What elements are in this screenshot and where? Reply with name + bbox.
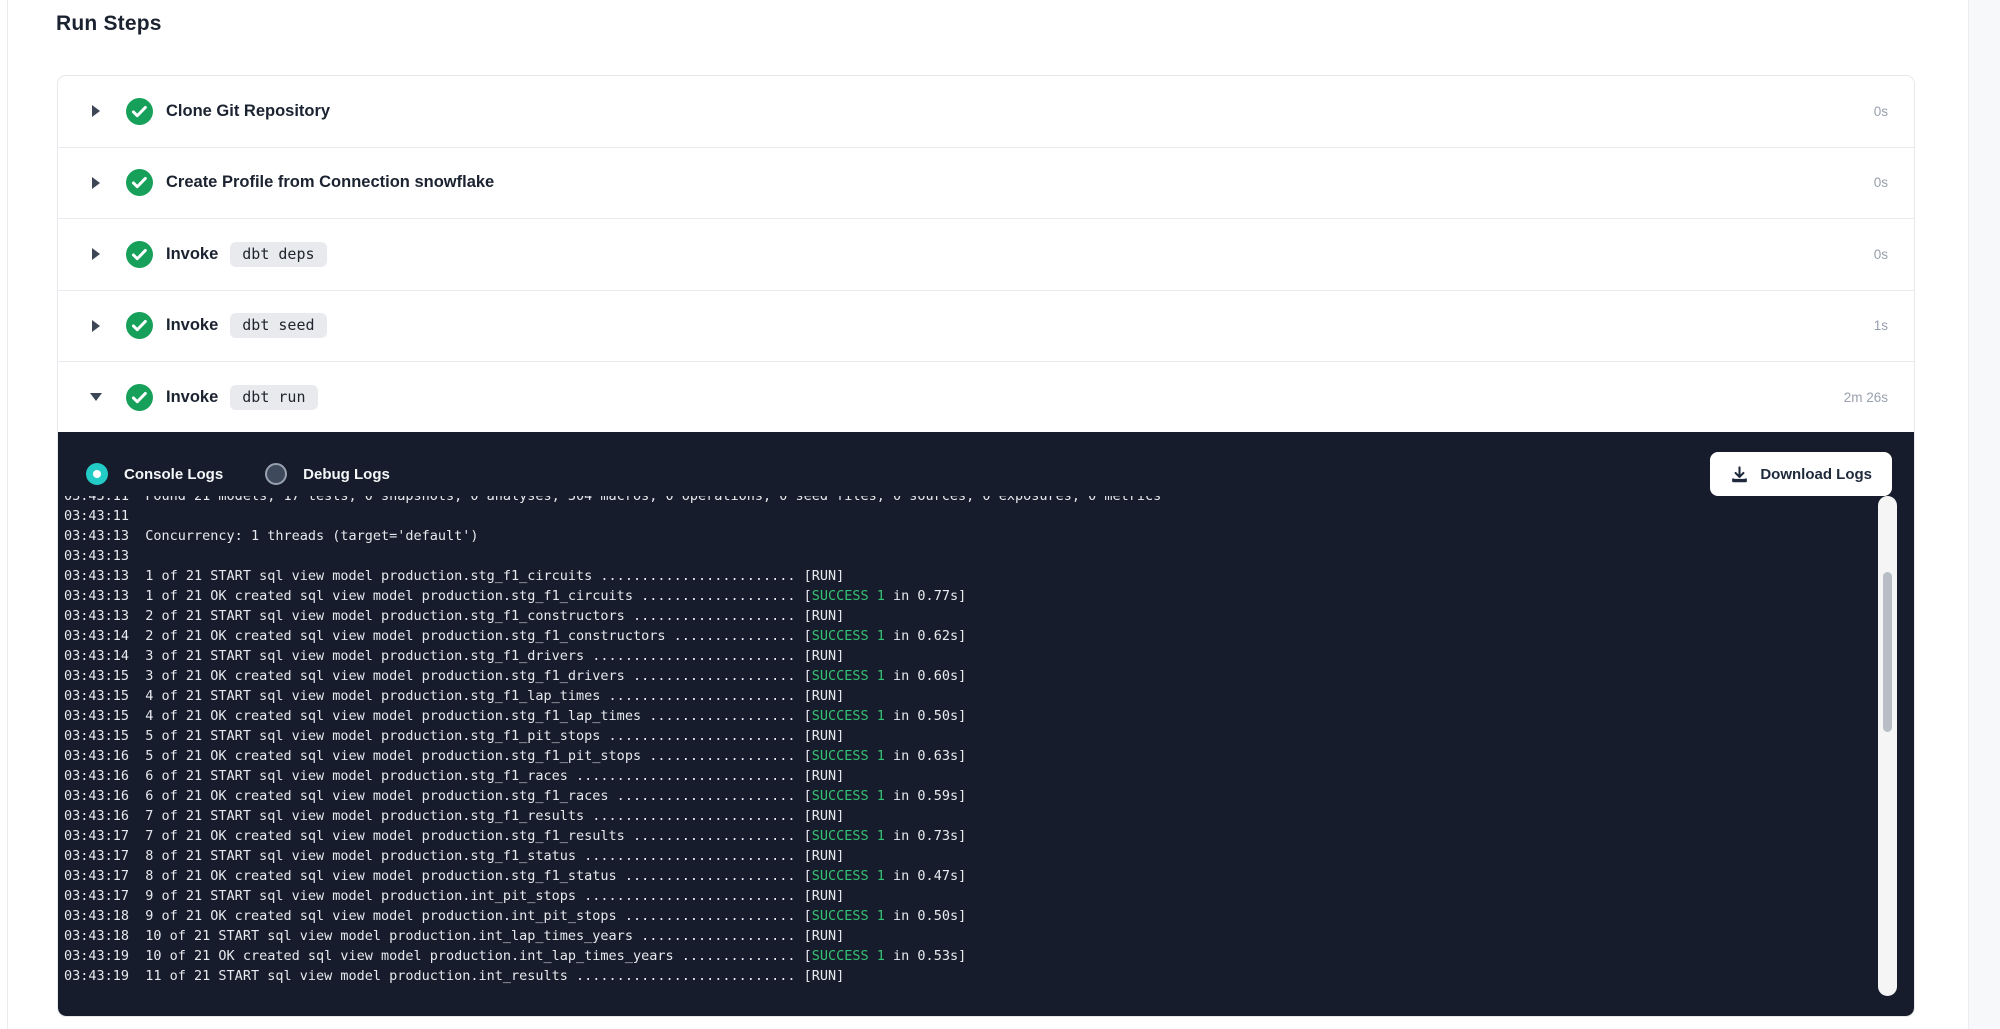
chevron-right-icon[interactable] [89,104,103,118]
download-logs-label: Download Logs [1760,466,1872,483]
content-left-border [7,0,8,1029]
step-row-clone-git-repository[interactable]: Clone Git Repository 0s [58,76,1914,148]
chevron-right-icon[interactable] [89,319,103,333]
download-icon [1730,465,1749,484]
log-viewport: 03:43:11 Found 21 models, 17 tests, 0 sn… [58,496,1873,1014]
console-logs-radio[interactable]: Console Logs [86,463,223,485]
success-check-icon [126,169,153,196]
success-check-icon [126,312,153,339]
success-check-icon [126,241,153,268]
log-line: 03:43:18 10 of 21 START sql view model p… [64,926,1873,946]
log-line: 03:43:19 10 of 21 OK created sql view mo… [64,946,1873,966]
step-label: Invoke [166,245,218,264]
run-steps-page: Run Steps Clone Git Repository 0s Create… [0,0,2000,1029]
run-steps-card: Clone Git Repository 0s Create Profile f… [57,75,1915,1017]
chevron-right-icon[interactable] [89,176,103,190]
success-check-icon [126,98,153,125]
step-row-invoke-dbt-deps[interactable]: Invoke dbt deps 0s [58,219,1914,291]
log-line: 03:43:17 7 of 21 OK created sql view mod… [64,826,1873,846]
step-label: Invoke [166,388,218,407]
log-line: 03:43:17 8 of 21 OK created sql view mod… [64,866,1873,886]
log-line: 03:43:11 Found 21 models, 17 tests, 0 sn… [64,496,1873,506]
command-chip: dbt run [230,385,317,410]
step-row-invoke-dbt-run[interactable]: Invoke dbt run 2m 26s [58,362,1914,432]
log-line: 03:43:16 5 of 21 OK created sql view mod… [64,746,1873,766]
radio-unselected-icon[interactable] [265,463,287,485]
download-logs-button[interactable]: Download Logs [1710,452,1892,496]
log-lines: 03:43:11 Found 21 models, 17 tests, 0 sn… [64,496,1873,986]
step-duration: 0s [1874,247,1888,262]
log-line: 03:43:13 [64,546,1873,566]
success-check-icon [126,384,153,411]
chevron-down-icon[interactable] [89,390,103,404]
log-line: 03:43:18 9 of 21 OK created sql view mod… [64,906,1873,926]
step-row-create-profile[interactable]: Create Profile from Connection snowflake… [58,148,1914,220]
log-line: 03:43:15 5 of 21 START sql view model pr… [64,726,1873,746]
step-duration: 1s [1874,318,1888,333]
log-line: 03:43:17 8 of 21 START sql view model pr… [64,846,1873,866]
console-scrollbar-thumb[interactable] [1883,572,1892,732]
log-type-radio-group: Console Logs Debug Logs [86,463,390,485]
log-line: 03:43:13 1 of 21 OK created sql view mod… [64,586,1873,606]
console-header: Console Logs Debug Logs Download Logs [58,432,1914,494]
debug-logs-radio[interactable]: Debug Logs [265,463,390,485]
radio-label: Debug Logs [303,466,390,483]
step-duration: 0s [1874,104,1888,119]
step-duration: 0s [1874,175,1888,190]
radio-label: Console Logs [124,466,223,483]
page-title: Run Steps [56,12,162,36]
log-line: 03:43:15 4 of 21 START sql view model pr… [64,686,1873,706]
step-row-invoke-dbt-seed[interactable]: Invoke dbt seed 1s [58,291,1914,363]
log-line: 03:43:13 2 of 21 START sql view model pr… [64,606,1873,626]
command-chip: dbt seed [230,313,326,338]
log-line: 03:43:16 6 of 21 OK created sql view mod… [64,786,1873,806]
step-label: Clone Git Repository [166,102,330,121]
chevron-right-icon[interactable] [89,247,103,261]
step-label: Create Profile from Connection snowflake [166,173,494,192]
command-chip: dbt deps [230,242,326,267]
console-scrollbar-track[interactable] [1878,496,1897,996]
log-line: 03:43:11 [64,506,1873,526]
log-line: 03:43:16 6 of 21 START sql view model pr… [64,766,1873,786]
log-line: 03:43:14 2 of 21 OK created sql view mod… [64,626,1873,646]
log-line: 03:43:13 1 of 21 START sql view model pr… [64,566,1873,586]
log-line: 03:43:14 3 of 21 START sql view model pr… [64,646,1873,666]
log-line: 03:43:13 Concurrency: 1 threads (target=… [64,526,1873,546]
step-label: Invoke [166,316,218,335]
log-line: 03:43:19 11 of 21 START sql view model p… [64,966,1873,986]
log-line: 03:43:15 4 of 21 OK created sql view mod… [64,706,1873,726]
radio-selected-icon[interactable] [86,463,108,485]
console-log-panel: Console Logs Debug Logs Download Logs [58,432,1914,1016]
log-line: 03:43:17 9 of 21 START sql view model pr… [64,886,1873,906]
log-line: 03:43:16 7 of 21 START sql view model pr… [64,806,1873,826]
right-gutter [1968,0,2000,1029]
log-line: 03:43:15 3 of 21 OK created sql view mod… [64,666,1873,686]
step-duration: 2m 26s [1844,390,1888,405]
